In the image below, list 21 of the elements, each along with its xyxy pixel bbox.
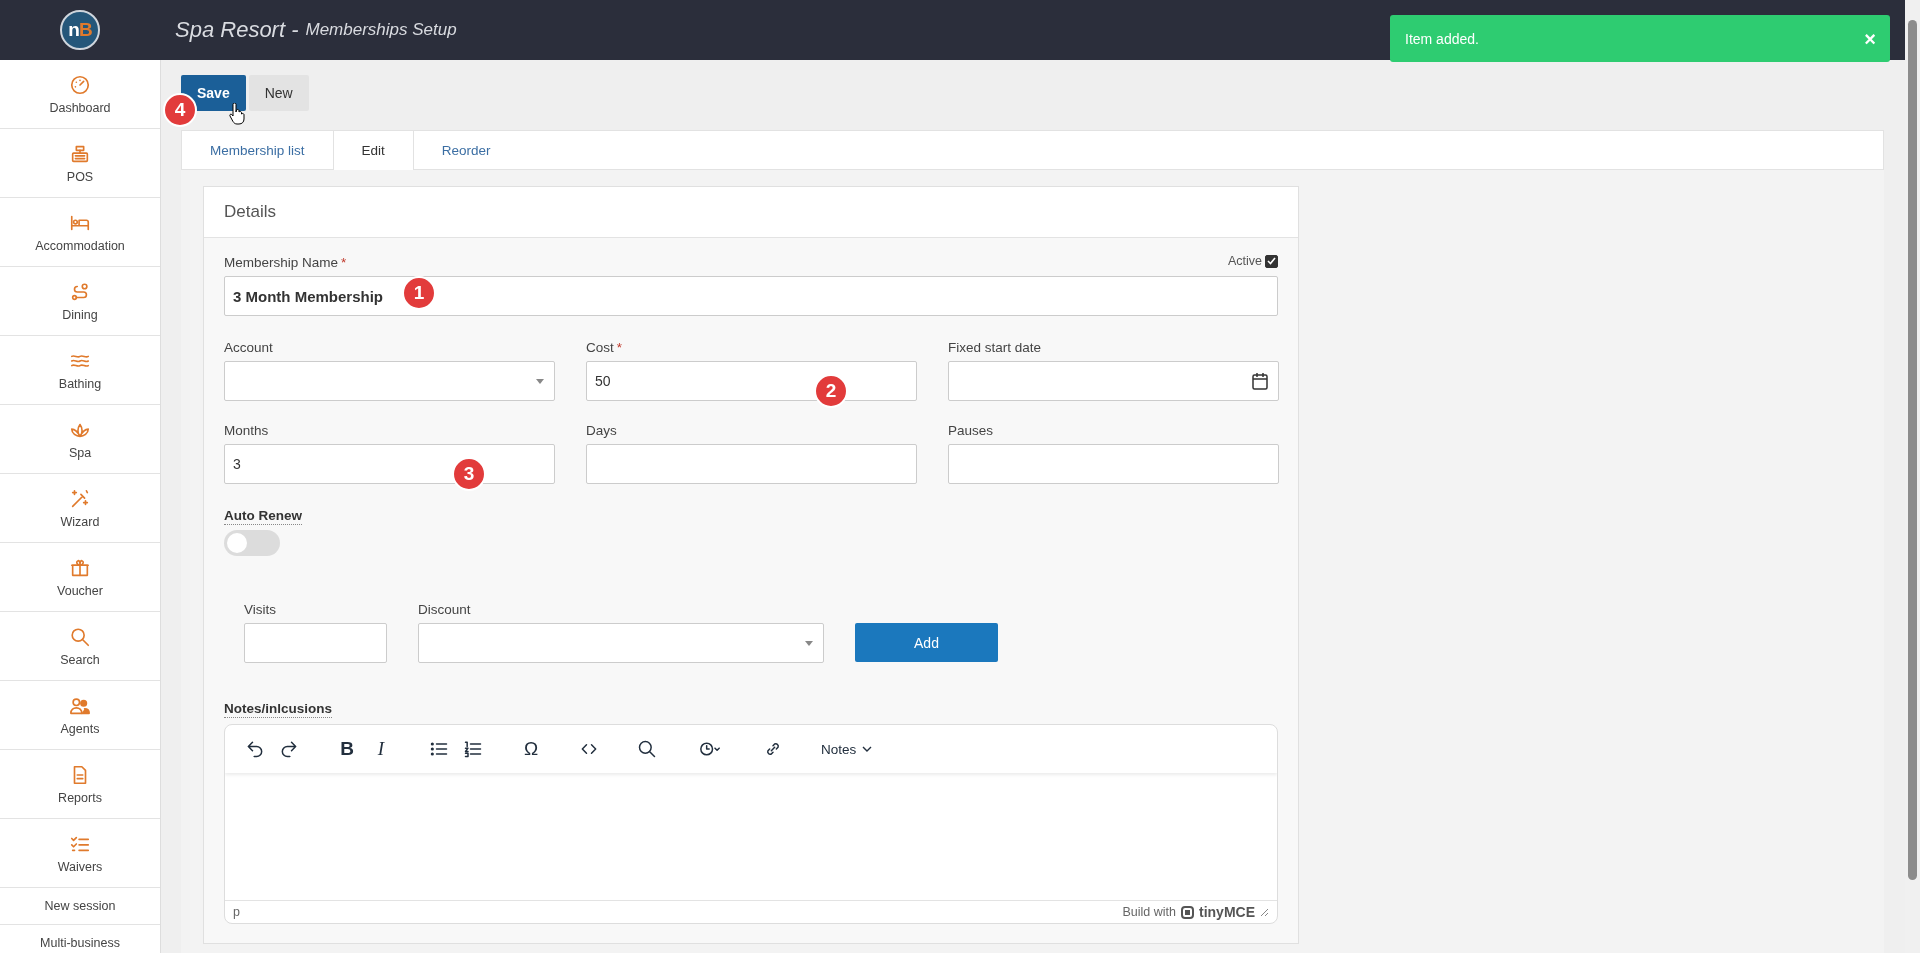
page-title: Spa Resort - bbox=[175, 17, 299, 43]
field-label: Discount bbox=[418, 602, 472, 617]
field-label: Visits bbox=[244, 602, 277, 617]
annotation-badge: 4 bbox=[163, 93, 197, 127]
checkbox-label: Active bbox=[1227, 254, 1262, 268]
toggle-label: Auto Renew bbox=[224, 508, 302, 525]
page-subtitle: Memberships Setup bbox=[305, 20, 457, 40]
card-header: Details bbox=[204, 187, 1298, 238]
editor-label: Notes/inlcusions bbox=[224, 701, 333, 718]
field-label: Pauses bbox=[948, 423, 995, 438]
field-label: Days bbox=[586, 423, 618, 438]
element-path: p bbox=[233, 905, 240, 919]
field-label: Membership Name * bbox=[224, 255, 347, 270]
field-label: Months bbox=[224, 423, 270, 438]
field-label: Fixed start date bbox=[948, 340, 1043, 355]
logo: nB bbox=[60, 10, 100, 50]
success-toast: Item added. × bbox=[1390, 15, 1890, 62]
branding-text: Build with bbox=[1122, 905, 1176, 919]
field-label: Account bbox=[224, 340, 274, 355]
field-label: Cost * bbox=[586, 340, 624, 355]
brand-name: tinyMCE bbox=[1199, 904, 1255, 920]
